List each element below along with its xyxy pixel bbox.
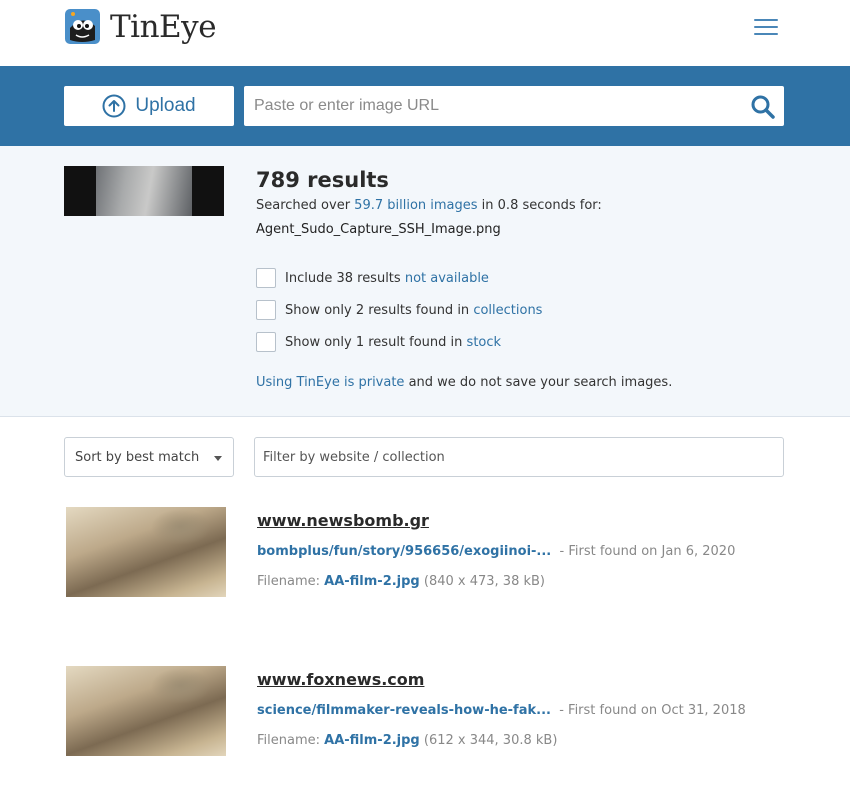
- image-url-input[interactable]: [244, 86, 744, 126]
- filename-label: Filename:: [257, 733, 325, 748]
- checkbox-not-available[interactable]: [256, 268, 276, 288]
- brand-name: TinEye: [110, 8, 217, 45]
- search-bar: Upload: [0, 66, 850, 146]
- chevron-down-icon: [214, 456, 222, 461]
- filter-input[interactable]: [255, 438, 783, 476]
- option-text: Include 38 results: [285, 270, 401, 286]
- searched-suffix: in 0.8 seconds for:: [477, 198, 602, 213]
- file-meta: (612 x 344, 30.8 kB): [419, 733, 558, 748]
- result-path: bombplus/fun/story/956656/exogiinoi-... …: [257, 544, 735, 559]
- upload-button[interactable]: Upload: [64, 86, 234, 126]
- result-item: www.newsbomb.gr bombplus/fun/story/95665…: [0, 507, 850, 637]
- not-available-link[interactable]: not available: [405, 271, 489, 286]
- first-found: - First found on Jan 6, 2020: [559, 544, 736, 559]
- option-stock: Show only 1 result found in stock: [256, 332, 501, 352]
- privacy-link[interactable]: Using TinEye is private: [256, 375, 404, 390]
- filename-link[interactable]: AA-film-2.jpg: [324, 733, 420, 748]
- query-image-thumbnail[interactable]: [64, 166, 224, 216]
- result-count: 789 results: [256, 168, 389, 192]
- stock-link[interactable]: stock: [467, 335, 502, 350]
- upload-arrow-icon: [102, 94, 126, 118]
- tineye-mascot-icon: [65, 9, 100, 44]
- logo[interactable]: TinEye: [64, 8, 217, 45]
- option-text: Show only 2 results found in: [285, 302, 470, 318]
- results-summary: 789 results Searched over 59.7 billion i…: [0, 146, 850, 417]
- magnifier-icon[interactable]: [750, 94, 776, 120]
- result-site-link[interactable]: www.foxnews.com: [257, 670, 424, 689]
- privacy-note: Using TinEye is private and we do not sa…: [256, 375, 672, 390]
- sort-dropdown[interactable]: Sort by best match: [64, 437, 234, 477]
- collections-link[interactable]: collections: [473, 303, 542, 318]
- privacy-suffix: and we do not save your search images.: [404, 375, 673, 390]
- result-path: science/filmmaker-reveals-how-he-fak... …: [257, 703, 746, 718]
- result-item: www.foxnews.com science/filmmaker-reveal…: [0, 666, 850, 796]
- checkbox-collections[interactable]: [256, 300, 276, 320]
- checkbox-stock[interactable]: [256, 332, 276, 352]
- searched-prefix: Searched over: [256, 198, 355, 213]
- result-site-link[interactable]: www.newsbomb.gr: [257, 511, 429, 530]
- hamburger-menu-icon[interactable]: [754, 19, 778, 35]
- result-path-link[interactable]: bombplus/fun/story/956656/exogiinoi-...: [257, 544, 551, 559]
- result-path-link[interactable]: science/filmmaker-reveals-how-he-fak...: [257, 703, 551, 718]
- result-thumbnail[interactable]: [66, 507, 226, 597]
- sort-label: Sort by best match: [75, 450, 200, 465]
- site-header: TinEye: [0, 0, 850, 66]
- file-meta: (840 x 473, 38 kB): [419, 574, 545, 589]
- query-filename: Agent_Sudo_Capture_SSH_Image.png: [256, 222, 501, 237]
- option-not-available: Include 38 results not available: [256, 268, 489, 288]
- result-thumbnail[interactable]: [66, 666, 226, 756]
- option-collections: Show only 2 results found in collections: [256, 300, 542, 320]
- url-search-box: [244, 86, 784, 126]
- filter-field: [254, 437, 784, 477]
- searched-info: Searched over 59.7 billion images in 0.8…: [256, 198, 602, 213]
- filename-link[interactable]: AA-film-2.jpg: [324, 574, 420, 589]
- result-filename: Filename: AA-film-2.jpg (840 x 473, 38 k…: [257, 574, 545, 589]
- upload-label: Upload: [135, 95, 196, 116]
- option-text: Show only 1 result found in: [285, 334, 463, 350]
- result-filename: Filename: AA-film-2.jpg (612 x 344, 30.8…: [257, 733, 557, 748]
- first-found: - First found on Oct 31, 2018: [559, 703, 746, 718]
- billion-images-link[interactable]: 59.7 billion images: [354, 198, 477, 213]
- filename-label: Filename:: [257, 574, 325, 589]
